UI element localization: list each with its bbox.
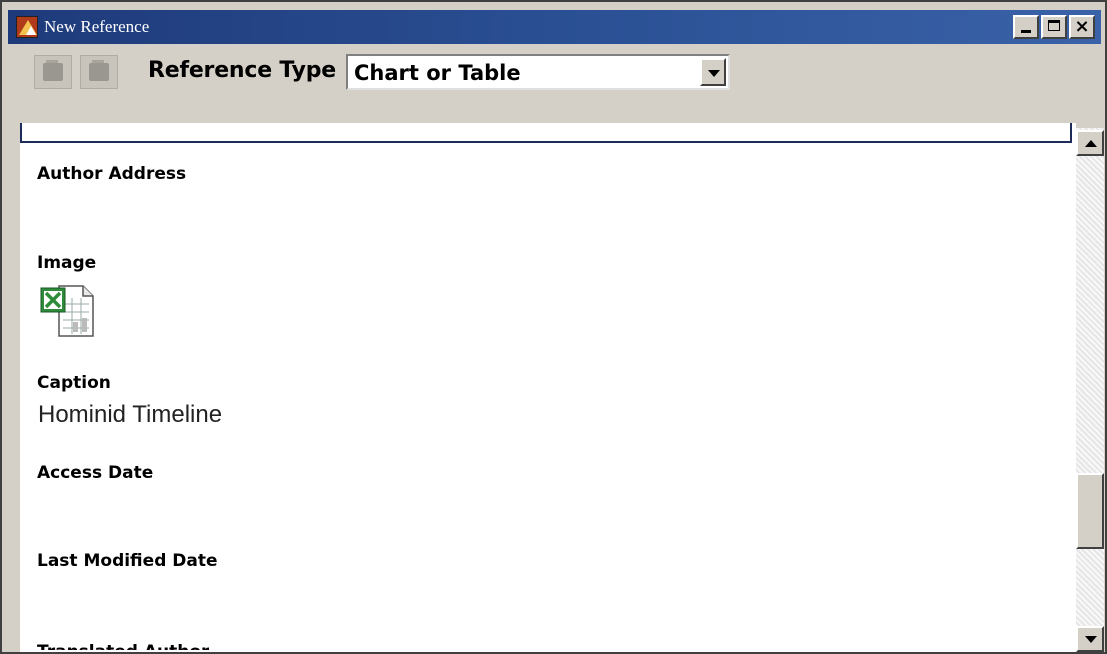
dropdown-arrow-icon: [708, 70, 720, 77]
image-label: Image: [37, 253, 97, 273]
vertical-scrollbar[interactable]: [1076, 128, 1104, 652]
caption-value[interactable]: Hominid Timeline: [38, 401, 222, 429]
last-modified-date-label: Last Modified Date: [37, 551, 218, 571]
toolbar: Reference Type Chart or Table: [8, 46, 1101, 92]
scroll-down-button[interactable]: [1076, 626, 1104, 652]
scroll-thumb[interactable]: [1076, 473, 1104, 549]
reference-type-value: Chart or Table: [354, 61, 521, 85]
excel-file-icon[interactable]: [39, 284, 97, 338]
back-button[interactable]: [34, 55, 72, 89]
scroll-down-icon: [1085, 636, 1097, 643]
close-button[interactable]: ×: [1069, 15, 1095, 39]
scroll-up-button[interactable]: [1076, 130, 1104, 156]
reference-fields-panel[interactable]: Author Address Image Caption Hominid Tim…: [20, 123, 1076, 652]
close-icon: ×: [1074, 16, 1090, 37]
caption-label: Caption: [37, 373, 111, 393]
author-address-label: Author Address: [37, 164, 187, 184]
app-icon[interactable]: [16, 16, 38, 38]
reference-type-label: Reference Type: [148, 58, 337, 83]
field-separator: [20, 123, 1072, 143]
maximize-icon: [1048, 20, 1060, 31]
title-bar[interactable]: New Reference ×: [8, 10, 1101, 44]
window-title: New Reference: [44, 17, 150, 36]
open-folder-button[interactable]: [80, 55, 118, 89]
maximize-button[interactable]: [1041, 15, 1067, 39]
minimize-button[interactable]: [1013, 15, 1039, 39]
reference-type-dropdown[interactable]: Chart or Table: [346, 54, 730, 90]
new-reference-window: New Reference × Reference Type Chart or …: [0, 0, 1107, 654]
scroll-up-icon: [1085, 140, 1097, 147]
access-date-label: Access Date: [37, 463, 154, 483]
dropdown-button[interactable]: [700, 58, 726, 86]
minimize-icon: [1021, 30, 1031, 33]
translated-author-label: Translated Author: [37, 639, 209, 650]
